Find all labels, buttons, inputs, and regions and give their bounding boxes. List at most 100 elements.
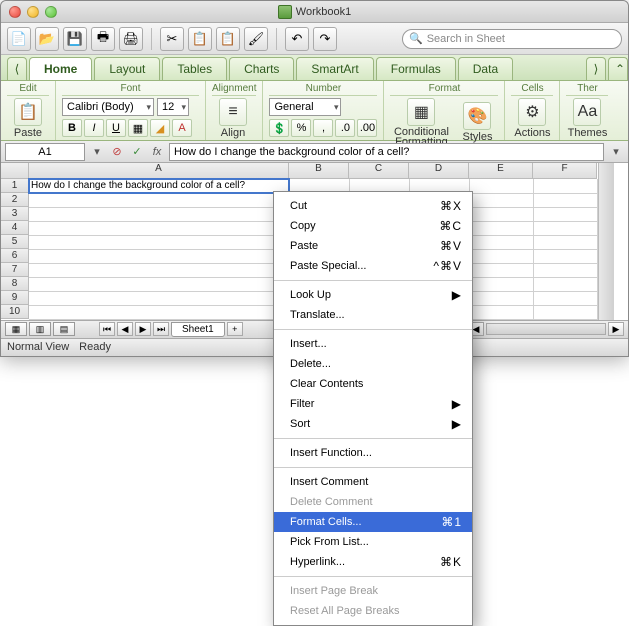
menu-item-clear-contents[interactable]: Clear Contents <box>274 374 472 394</box>
cell[interactable] <box>29 263 289 277</box>
paste-big-button[interactable]: 📋 Paste <box>7 98 49 139</box>
increase-decimal-button[interactable]: .00 <box>357 119 377 137</box>
copy-button[interactable]: 📋 <box>188 27 212 51</box>
column-header[interactable]: A <box>29 163 289 179</box>
menu-item-pick-from-list[interactable]: Pick From List... <box>274 532 472 552</box>
cell[interactable] <box>533 221 597 235</box>
cell[interactable] <box>29 221 289 235</box>
menu-item-delete[interactable]: Delete... <box>274 354 472 374</box>
menu-item-hyperlink[interactable]: Hyperlink...⌘K <box>274 552 472 572</box>
name-box[interactable]: A1 <box>5 143 85 161</box>
redo-button[interactable]: ↷ <box>313 27 337 51</box>
undo-button[interactable]: ↶ <box>285 27 309 51</box>
cell[interactable] <box>29 249 289 263</box>
save2-button[interactable]: 🖶 <box>91 27 115 51</box>
menu-item-insert-function[interactable]: Insert Function... <box>274 443 472 463</box>
ribbon-tab-data[interactable]: Data <box>458 57 513 80</box>
cancel-edit-button[interactable]: ⊘ <box>109 144 125 160</box>
select-all-corner[interactable] <box>1 163 29 179</box>
row-header[interactable]: 9 <box>1 291 29 305</box>
cell[interactable] <box>29 291 289 305</box>
print-button[interactable]: 🖨 <box>119 27 143 51</box>
cut-button[interactable]: ✂ <box>160 27 184 51</box>
add-sheet-button[interactable]: + <box>227 322 243 336</box>
horizontal-scrollbar[interactable] <box>486 323 606 335</box>
cell[interactable] <box>29 235 289 249</box>
search-input[interactable]: 🔍 Search in Sheet <box>402 29 622 49</box>
cell[interactable] <box>533 249 597 263</box>
cell[interactable] <box>533 207 597 221</box>
save-button[interactable]: 💾 <box>63 27 87 51</box>
align-button[interactable]: ≡ Align <box>212 98 254 139</box>
fill-color-button[interactable]: ◢ <box>150 119 170 137</box>
view-layout-icon[interactable]: ▥ <box>29 322 51 336</box>
vertical-scrollbar[interactable] <box>598 163 614 320</box>
cell[interactable] <box>533 179 597 193</box>
sheet-last-button[interactable]: ⏭ <box>153 322 169 336</box>
column-header[interactable]: E <box>469 163 533 179</box>
cell[interactable] <box>533 277 597 291</box>
percent-button[interactable]: % <box>291 119 311 137</box>
sheet-tab-active[interactable]: Sheet1 <box>171 322 225 337</box>
menu-item-format-cells[interactable]: Format Cells...⌘1 <box>274 512 472 532</box>
cell[interactable] <box>469 249 533 263</box>
menu-item-insert-comment[interactable]: Insert Comment <box>274 472 472 492</box>
comma-button[interactable]: , <box>313 119 333 137</box>
menu-item-translate[interactable]: Translate... <box>274 305 472 325</box>
row-header[interactable]: 5 <box>1 235 29 249</box>
row-header[interactable]: 7 <box>1 263 29 277</box>
cell[interactable] <box>533 305 597 319</box>
confirm-edit-button[interactable]: ✓ <box>129 144 145 160</box>
cell[interactable] <box>469 207 533 221</box>
ribbon-tab-charts[interactable]: Charts <box>229 57 294 80</box>
column-header[interactable]: D <box>409 163 469 179</box>
cell[interactable] <box>469 277 533 291</box>
view-break-icon[interactable]: ▤ <box>53 322 75 336</box>
formula-input[interactable]: How do I change the background color of … <box>169 143 604 161</box>
cell[interactable] <box>469 179 533 193</box>
paste-button[interactable]: 📋 <box>216 27 240 51</box>
ribbon-tab-prev[interactable]: ⟨ <box>7 57 27 80</box>
menu-item-copy[interactable]: Copy⌘C <box>274 216 472 236</box>
hscroll-right[interactable]: ▶ <box>608 322 624 336</box>
currency-button[interactable]: 💲 <box>269 119 289 137</box>
cell[interactable] <box>533 263 597 277</box>
border-button[interactable]: ▦ <box>128 119 148 137</box>
ribbon-tab-tables[interactable]: Tables <box>162 57 227 80</box>
menu-item-paste[interactable]: Paste⌘V <box>274 236 472 256</box>
cell[interactable]: How do I change the background color of … <box>29 179 289 193</box>
cell[interactable] <box>533 235 597 249</box>
row-header[interactable]: 4 <box>1 221 29 235</box>
menu-item-paste-special[interactable]: Paste Special...^⌘V <box>274 256 472 276</box>
cell[interactable] <box>469 221 533 235</box>
column-header[interactable]: C <box>349 163 409 179</box>
cell[interactable] <box>469 305 533 319</box>
menu-item-sort[interactable]: Sort▶ <box>274 414 472 434</box>
font-name-combo[interactable]: Calibri (Body) <box>62 98 154 116</box>
row-header[interactable]: 10 <box>1 305 29 319</box>
underline-button[interactable]: U <box>106 119 126 137</box>
menu-item-insert[interactable]: Insert... <box>274 334 472 354</box>
sheet-next-button[interactable]: ▶ <box>135 322 151 336</box>
conditional-formatting-button[interactable]: ▦ Conditional Formatting <box>390 98 452 147</box>
actions-button[interactable]: ⚙ Actions <box>511 98 553 139</box>
name-box-dropdown[interactable]: ▾ <box>89 144 105 160</box>
decrease-decimal-button[interactable]: .0 <box>335 119 355 137</box>
cell[interactable] <box>29 305 289 319</box>
cell[interactable] <box>469 235 533 249</box>
sheet-prev-button[interactable]: ◀ <box>117 322 133 336</box>
cell[interactable] <box>469 263 533 277</box>
column-header[interactable]: F <box>533 163 597 179</box>
cell[interactable] <box>469 193 533 207</box>
row-header[interactable]: 6 <box>1 249 29 263</box>
ribbon-tab-layout[interactable]: Layout <box>94 57 160 80</box>
font-size-combo[interactable]: 12 <box>157 98 189 116</box>
cell[interactable] <box>533 291 597 305</box>
number-format-combo[interactable]: General <box>269 98 341 116</box>
open-button[interactable]: 📂 <box>35 27 59 51</box>
ribbon-collapse-button[interactable]: ⌃ <box>608 57 628 80</box>
row-header[interactable]: 8 <box>1 277 29 291</box>
column-header[interactable]: B <box>289 163 349 179</box>
cell[interactable] <box>533 193 597 207</box>
view-normal-icon[interactable]: ▦ <box>5 322 27 336</box>
